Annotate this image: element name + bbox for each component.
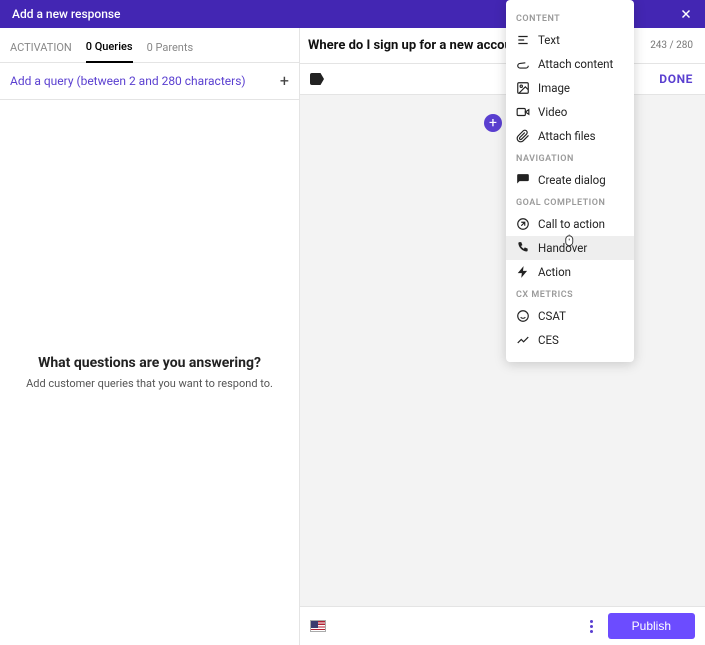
menu-item-label: Create dialog bbox=[538, 173, 606, 187]
menu-item-label: Video bbox=[538, 105, 567, 119]
empty-subtext: Add customer queries that you want to re… bbox=[26, 377, 273, 390]
tabs: ACTIVATION 0 Queries 0 Parents bbox=[0, 28, 299, 63]
footer: Publish bbox=[300, 606, 705, 645]
publish-button[interactable]: Publish bbox=[608, 613, 695, 639]
menu-section-content: CONTENT bbox=[506, 8, 634, 28]
empty-heading: What questions are you answering? bbox=[38, 355, 261, 371]
add-query-placeholder: Add a query (between 2 and 280 character… bbox=[10, 74, 246, 88]
ces-icon bbox=[516, 333, 530, 347]
done-bar: DONE bbox=[300, 64, 705, 95]
action-icon bbox=[516, 265, 530, 279]
canvas bbox=[300, 95, 705, 606]
done-button[interactable]: DONE bbox=[659, 72, 693, 86]
left-panel: ACTIVATION 0 Queries 0 Parents Add a que… bbox=[0, 28, 300, 645]
menu-item-label: Action bbox=[538, 265, 571, 279]
menu-item-image[interactable]: Image bbox=[506, 76, 634, 100]
cursor-icon bbox=[564, 234, 578, 248]
locale-flag-icon[interactable] bbox=[310, 620, 326, 632]
menu-item-attach-content[interactable]: Attach content bbox=[506, 52, 634, 76]
plus-icon[interactable]: + bbox=[280, 73, 289, 89]
menu-section-cx: CX METRICS bbox=[506, 284, 634, 304]
video-icon bbox=[516, 105, 530, 119]
empty-state: What questions are you answering? Add cu… bbox=[0, 100, 299, 645]
more-menu-button[interactable] bbox=[584, 620, 600, 633]
csat-icon bbox=[516, 309, 530, 323]
menu-item-csat[interactable]: CSAT bbox=[506, 304, 634, 328]
file-icon bbox=[516, 129, 530, 143]
tab-activation[interactable]: ACTIVATION bbox=[10, 37, 72, 62]
menu-item-ces[interactable]: CES bbox=[506, 328, 634, 352]
menu-item-label: Attach files bbox=[538, 129, 596, 143]
menu-item-create-dialog[interactable]: Create dialog bbox=[506, 168, 634, 192]
response-title: Where do I sign up for a new account? bbox=[308, 38, 530, 53]
handover-icon bbox=[516, 241, 530, 255]
menu-section-goal: GOAL COMPLETION bbox=[506, 192, 634, 212]
menu-item-call-to-action[interactable]: Call to action bbox=[506, 212, 634, 236]
menu-item-text[interactable]: Text bbox=[506, 28, 634, 52]
titlebar-title: Add a new response bbox=[12, 7, 120, 21]
menu-item-label: Text bbox=[538, 33, 560, 47]
menu-section-navigation: NAVIGATION bbox=[506, 148, 634, 168]
menu-item-label: CES bbox=[538, 333, 559, 347]
tab-parents[interactable]: 0 Parents bbox=[147, 37, 194, 62]
menu-item-action[interactable]: Action bbox=[506, 260, 634, 284]
tab-queries[interactable]: 0 Queries bbox=[86, 36, 133, 63]
add-query-row[interactable]: Add a query (between 2 and 280 character… bbox=[0, 63, 299, 100]
text-icon bbox=[516, 33, 530, 47]
insert-menu: CONTENT Text Attach content Image Video … bbox=[506, 0, 634, 362]
menu-item-label: Image bbox=[538, 81, 570, 95]
response-header: Where do I sign up for a new account? 24… bbox=[300, 28, 705, 64]
char-count: 243 / 280 bbox=[650, 40, 693, 51]
menu-item-label: Attach content bbox=[538, 57, 613, 71]
cta-icon bbox=[516, 217, 530, 231]
menu-item-video[interactable]: Video bbox=[506, 100, 634, 124]
add-block-button[interactable]: + bbox=[484, 114, 502, 132]
menu-item-label: Handover bbox=[538, 241, 587, 255]
close-icon[interactable] bbox=[679, 7, 693, 21]
menu-item-label: CSAT bbox=[538, 309, 566, 323]
menu-item-label: Call to action bbox=[538, 217, 605, 231]
tag-icon[interactable] bbox=[310, 73, 324, 85]
right-panel: Where do I sign up for a new account? 24… bbox=[300, 28, 705, 645]
dialog-icon bbox=[516, 173, 530, 187]
attach-icon bbox=[516, 57, 530, 71]
image-icon bbox=[516, 81, 530, 95]
menu-item-attach-files[interactable]: Attach files bbox=[506, 124, 634, 148]
